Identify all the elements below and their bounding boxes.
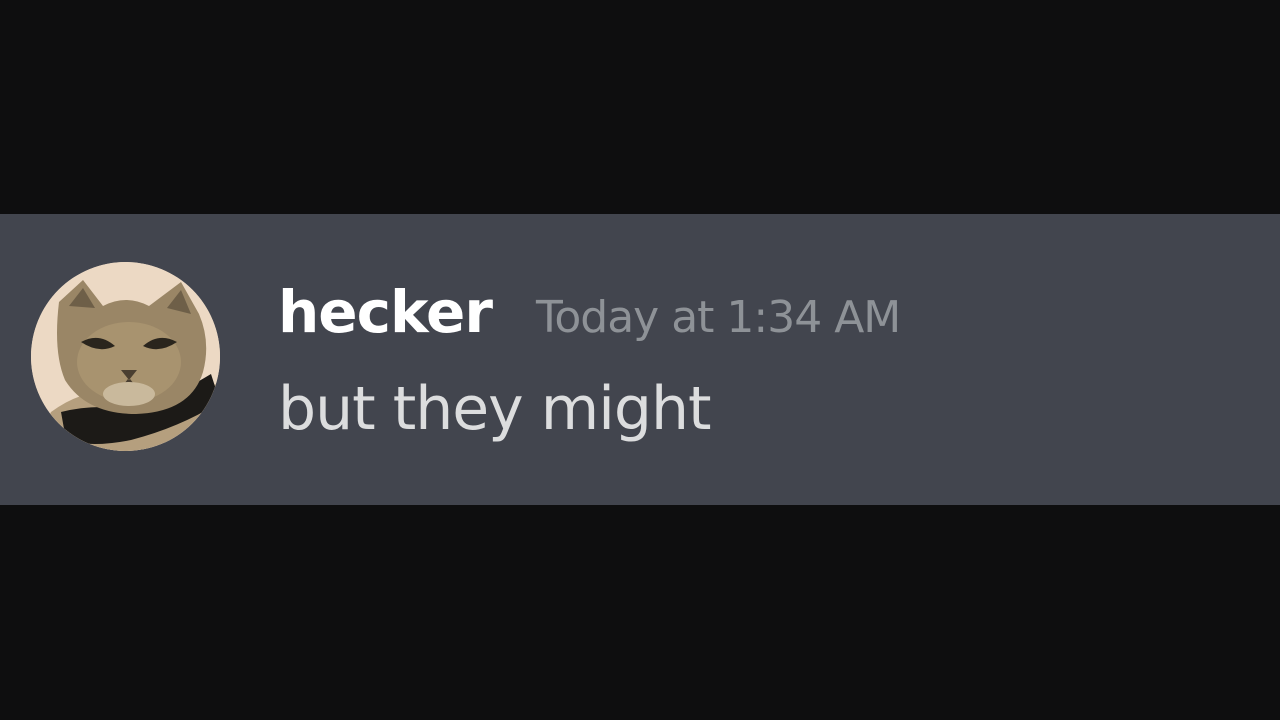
user-avatar[interactable] xyxy=(31,262,220,451)
message-timestamp: Today at 1:34 AM xyxy=(535,292,901,343)
chat-message[interactable]: hecker Today at 1:34 AM but they might xyxy=(0,214,1280,505)
cat-avatar-icon xyxy=(31,262,220,451)
message-header: hecker Today at 1:34 AM xyxy=(278,278,901,358)
message-content: but they might xyxy=(278,374,712,444)
chat-screen: hecker Today at 1:34 AM but they might xyxy=(0,0,1280,720)
username[interactable]: hecker xyxy=(278,278,493,346)
